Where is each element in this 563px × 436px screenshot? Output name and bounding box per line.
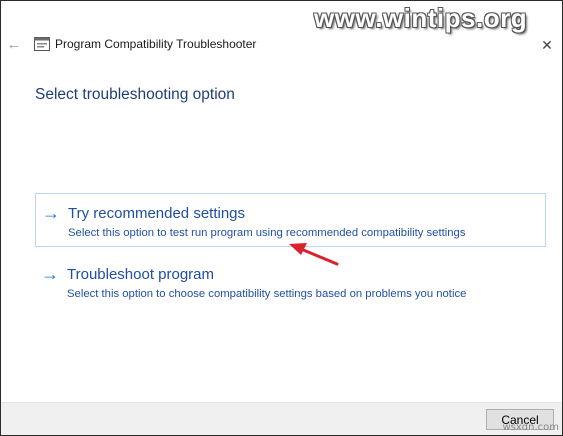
back-arrow-icon[interactable]: ←	[5, 36, 23, 54]
corner-logo: wsxdn.com	[502, 422, 559, 433]
option-title: Troubleshoot program	[67, 266, 215, 283]
option-troubleshoot-program[interactable]: → Troubleshoot program Select this optio…	[35, 255, 546, 309]
option-description: Select this option to test run program u…	[68, 227, 466, 239]
page-heading: Select troubleshooting option	[35, 86, 235, 103]
close-icon[interactable]: ✕	[538, 36, 556, 54]
arrow-right-icon: →	[42, 203, 60, 223]
footer-bar: Cancel	[1, 402, 562, 435]
watermark: www.wintips.org	[314, 3, 528, 33]
option-description: Select this option to choose compatibili…	[67, 288, 467, 300]
option-title: Try recommended settings	[68, 205, 246, 222]
troubleshooter-app-icon	[34, 37, 50, 51]
arrow-right-icon: →	[41, 264, 59, 284]
troubleshooter-window: www.wintips.org ← Program Compatibility …	[0, 0, 563, 436]
title-bar: ← Program Compatibility Troubleshooter ✕	[1, 31, 562, 59]
window-title: Program Compatibility Troubleshooter	[55, 37, 257, 51]
